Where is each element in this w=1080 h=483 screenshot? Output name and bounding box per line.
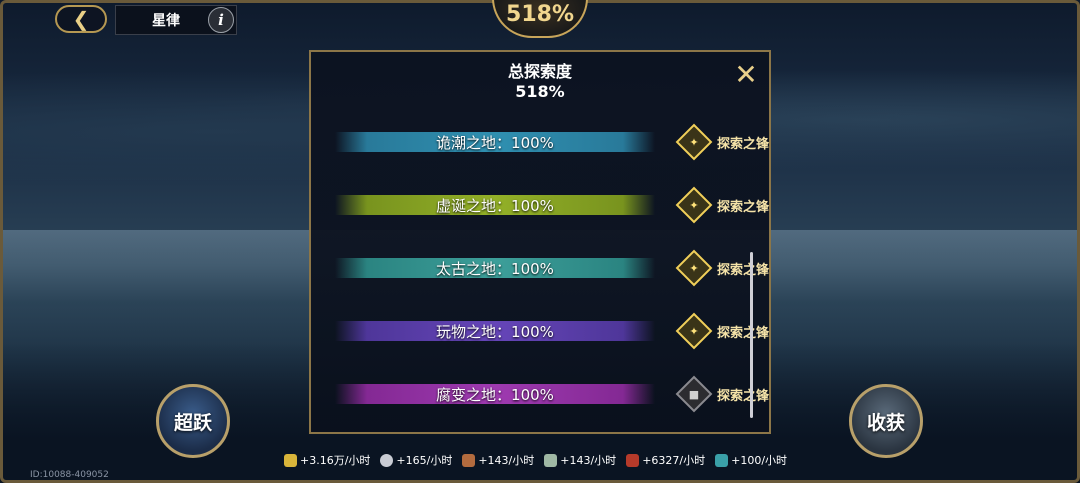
back-arrow-icon: ❮ (72, 7, 90, 31)
region-row[interactable]: 玩物之地：100% ✦ 探索之锋 (335, 312, 769, 350)
region-label: 玩物之地：100% (436, 322, 554, 341)
harvest-button[interactable]: 收获 (849, 384, 923, 458)
region-row[interactable]: 太古之地：100% ✦ 探索之锋 (335, 249, 769, 287)
panel-total-value: 518% (515, 82, 565, 101)
feather-icon (462, 453, 476, 467)
scroll-icon (544, 453, 558, 467)
resource-item: +143/小时 (462, 452, 534, 468)
region-label: 虚诞之地：100% (436, 196, 554, 215)
back-button[interactable]: ❮ (55, 5, 107, 33)
gold-icon (284, 453, 297, 467)
reward-badge-icon[interactable]: ✦ (675, 249, 713, 287)
info-icon[interactable]: i (208, 7, 234, 33)
region-bar: 玩物之地：100% (335, 317, 655, 345)
resource-rate: +143/小时 (560, 454, 617, 467)
panel-title: 总探索度 (507, 62, 572, 81)
reward-label: 探索之锋 (717, 199, 770, 215)
resource-rate: +6327/小时 (642, 454, 706, 467)
player-id: ID:10088-409052 (30, 470, 109, 480)
region-label: 太古之地：100% (436, 259, 554, 278)
reward-badge-icon[interactable]: ✦ (675, 312, 713, 350)
reward-label: 探索之锋 (717, 388, 770, 404)
region-bar: 太古之地：100% (335, 254, 655, 282)
wolf-icon (380, 453, 394, 467)
region-label: 诡潮之地：100% (436, 133, 554, 152)
region-bar: 虚诞之地：100% (335, 191, 655, 219)
exp-teal-icon (715, 453, 729, 467)
resource-item: +165/小时 (380, 452, 452, 468)
resource-rates-bar: +3.16万/小时 +165/小时 +143/小时 +143/小时 +6327/… (284, 449, 796, 471)
leap-button[interactable]: 超跃 (156, 384, 230, 458)
top-exploration-badge[interactable]: 518% (492, 0, 588, 38)
reward-label: 探索之锋 (717, 325, 770, 341)
resource-rate: +143/小时 (478, 454, 535, 467)
resource-item: +3.16万/小时 (284, 452, 370, 468)
reward-badge-icon[interactable]: ✦ (675, 123, 713, 161)
region-bar: 诡潮之地：100% (335, 128, 655, 156)
region-label: 腐变之地：100% (436, 385, 554, 404)
resource-item: +100/小时 (715, 452, 787, 468)
reward-badge-icon[interactable]: ✦ (675, 186, 713, 224)
region-row[interactable]: 诡潮之地：100% ✦ 探索之锋 (335, 123, 769, 161)
reward-label: 探索之锋 (717, 262, 770, 278)
resource-rate: +3.16万/小时 (300, 454, 371, 467)
resource-rate: +165/小时 (396, 454, 453, 467)
region-bar: 腐变之地：100% (335, 380, 655, 408)
region-row[interactable]: 腐变之地：100% ■ 探索之锋 (335, 375, 769, 413)
panel-scrollbar[interactable] (750, 252, 753, 418)
region-row[interactable]: 虚诞之地：100% ✦ 探索之锋 (335, 186, 769, 224)
page-title: 星律 (152, 13, 180, 29)
resource-rate: +100/小时 (731, 454, 788, 467)
resource-item: +6327/小时 (626, 452, 705, 468)
locked-reward-badge-icon[interactable]: ■ (675, 375, 713, 413)
close-icon[interactable]: ✕ (733, 61, 759, 89)
exp-icon (626, 453, 640, 467)
reward-label: 探索之锋 (717, 136, 770, 152)
top-exploration-value: 518% (506, 1, 574, 27)
exploration-panel: 总探索度 518% ✕ 诡潮之地：100% ✦ 探索之锋 虚诞之地：100% ✦… (309, 50, 771, 434)
resource-item: +143/小时 (544, 452, 616, 468)
